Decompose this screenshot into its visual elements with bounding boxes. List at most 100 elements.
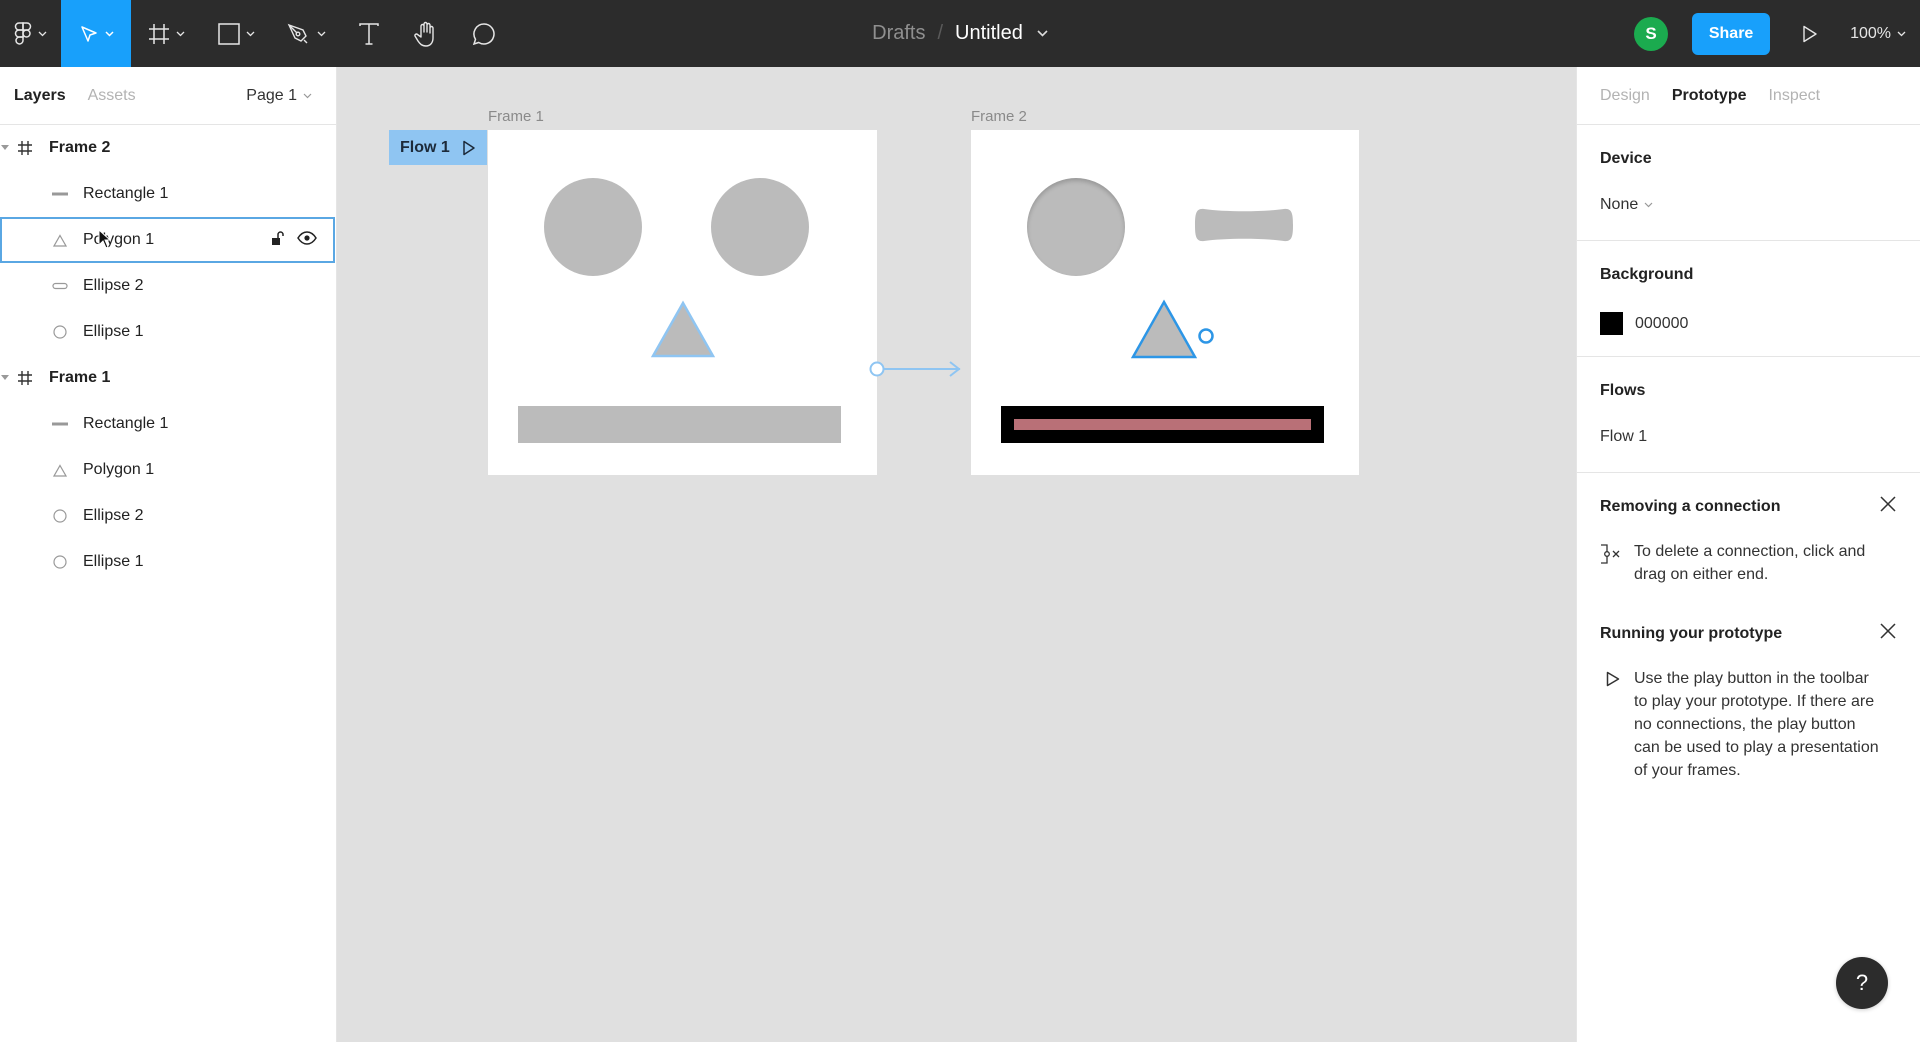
pen-tool-button[interactable]: [271, 0, 341, 67]
device-value: None: [1600, 196, 1639, 213]
tab-layers[interactable]: Layers: [14, 87, 66, 105]
frame-1-polygon[interactable]: [650, 300, 716, 360]
chevron-down-icon: [303, 93, 312, 99]
lock-toggle-button[interactable]: [271, 230, 285, 251]
frame-tool-button[interactable]: [131, 0, 201, 67]
expand-caret-icon[interactable]: [1, 145, 9, 151]
frame-2-polygon-selected[interactable]: [1131, 298, 1221, 362]
chevron-down-icon: [1644, 202, 1653, 208]
chevron-down-icon: [38, 31, 47, 36]
flow-list-item[interactable]: Flow 1: [1600, 428, 1647, 446]
shape-tool-button[interactable]: [201, 0, 271, 67]
layer-label: Polygon 1: [83, 461, 155, 478]
layer-row-frame-1[interactable]: Frame 1: [0, 355, 336, 401]
tip-removing-connection: Removing a connection To delete a connec…: [1577, 473, 1920, 600]
present-play-button[interactable]: [1802, 25, 1818, 43]
frame-1-rectangle[interactable]: [518, 406, 841, 443]
prototype-connection-arrow[interactable]: [868, 359, 968, 379]
tab-assets[interactable]: Assets: [88, 87, 136, 105]
frame-hash-icon: [15, 368, 35, 388]
tab-design[interactable]: Design: [1600, 87, 1650, 105]
background-color-field[interactable]: 000000: [1600, 312, 1688, 335]
share-button[interactable]: Share: [1692, 12, 1771, 55]
layer-actions: [271, 230, 317, 251]
layer-row-polygon-selected[interactable]: Polygon 1: [0, 217, 335, 263]
help-button[interactable]: ?: [1836, 957, 1888, 1009]
main-menu-button[interactable]: [0, 0, 61, 67]
tip-running-prototype: Running your prototype Use the play butt…: [1577, 600, 1920, 800]
background-color-swatch[interactable]: [1600, 312, 1623, 335]
frame-hash-icon: [148, 23, 169, 44]
text-tool-button[interactable]: [341, 0, 397, 67]
flat-ellipse-icon: [50, 276, 70, 296]
layer-row-ellipse-1[interactable]: Ellipse 1: [0, 309, 336, 355]
design-canvas[interactable]: Frame 1 Flow 1 Frame 2: [338, 67, 1576, 1042]
flow-item-label: Flow 1: [1600, 428, 1648, 445]
comment-tool-button[interactable]: [455, 0, 513, 67]
breadcrumb-drafts-link[interactable]: Drafts: [872, 22, 925, 45]
right-panel-tabs: Design Prototype Inspect: [1577, 67, 1920, 125]
frame-1-label[interactable]: Frame 1: [488, 108, 544, 125]
layer-list: Frame 2 Rectangle 1 Polygon 1 Ellipse 2: [0, 125, 336, 585]
close-tip-button[interactable]: [1879, 495, 1897, 518]
chevron-down-icon: [104, 30, 114, 37]
frame-2-label[interactable]: Frame 2: [971, 108, 1027, 125]
layer-label: Frame 2: [49, 139, 111, 156]
frame-1[interactable]: [488, 130, 877, 475]
flow-start-badge[interactable]: Flow 1: [389, 130, 487, 165]
tab-inspect[interactable]: Inspect: [1768, 87, 1820, 105]
chevron-down-icon: [1897, 31, 1906, 36]
connection-handle[interactable]: [1198, 328, 1214, 344]
device-section: Device None: [1577, 125, 1920, 241]
file-title[interactable]: Untitled: [955, 22, 1023, 45]
page-selector[interactable]: Page 1: [246, 67, 312, 125]
background-color-hex[interactable]: 000000: [1635, 315, 1688, 333]
zoom-level-dropdown[interactable]: 100%: [1850, 25, 1906, 43]
layer-row-ellipse-1[interactable]: Ellipse 1: [0, 539, 336, 585]
device-dropdown[interactable]: None: [1600, 196, 1653, 214]
layer-label: Ellipse 1: [83, 553, 144, 570]
tab-prototype[interactable]: Prototype: [1672, 87, 1747, 105]
close-icon: [1880, 496, 1896, 512]
toolbar: Drafts / Untitled S Share 100%: [0, 0, 1920, 67]
frame-2-ellipse-2-morphed[interactable]: [1194, 208, 1294, 242]
layer-row-ellipse-2[interactable]: Ellipse 2: [0, 493, 336, 539]
chevron-down-icon: [1037, 30, 1048, 37]
eye-icon: [297, 230, 317, 245]
move-tool-button[interactable]: [61, 0, 131, 67]
frame-1-ellipse-1[interactable]: [544, 178, 642, 276]
triangle-icon: [50, 460, 70, 480]
close-tip-button[interactable]: [1879, 622, 1897, 645]
tip-title: Removing a connection: [1600, 498, 1781, 515]
layer-label: Ellipse 1: [83, 323, 144, 340]
left-panel-tabs: Layers Assets Page 1: [0, 67, 336, 125]
layers-panel: Layers Assets Page 1 Frame 2 Rectangle 1…: [0, 67, 337, 1042]
pen-icon: [287, 23, 307, 43]
play-icon: [463, 140, 475, 155]
layer-label: Polygon 1: [83, 231, 155, 248]
frame-1-ellipse-2[interactable]: [711, 178, 809, 276]
layer-row-frame-2[interactable]: Frame 2: [0, 125, 336, 171]
file-menu-chevron-button[interactable]: [1037, 30, 1048, 37]
device-heading: Device: [1600, 150, 1652, 167]
frame-2[interactable]: [971, 130, 1359, 475]
layer-row-rectangle[interactable]: Rectangle 1: [0, 401, 336, 447]
properties-panel: Design Prototype Inspect Device None Bac…: [1576, 67, 1920, 1042]
layer-row-rectangle[interactable]: Rectangle 1: [0, 171, 336, 217]
hand-tool-button[interactable]: [397, 0, 455, 67]
expand-caret-icon[interactable]: [1, 375, 9, 381]
frame-2-rectangle-inner-fill: [1014, 419, 1311, 430]
tip-body: To delete a connection, click and drag o…: [1634, 543, 1866, 583]
layer-row-ellipse-2[interactable]: Ellipse 2: [0, 263, 336, 309]
cursor-arrow-icon: [80, 25, 97, 42]
page-selector-label: Page 1: [246, 87, 297, 104]
line-rectangle-icon: [50, 184, 70, 204]
frame-hash-icon: [15, 138, 35, 158]
triangle-icon: [50, 230, 70, 250]
toolbar-right: S Share 100%: [1634, 0, 1920, 67]
layer-row-polygon[interactable]: Polygon 1: [0, 447, 336, 493]
visibility-toggle-button[interactable]: [297, 230, 317, 250]
frame-2-ellipse-1[interactable]: [1027, 178, 1125, 276]
user-avatar[interactable]: S: [1634, 16, 1669, 51]
frame-2-rectangle[interactable]: [1001, 406, 1324, 443]
